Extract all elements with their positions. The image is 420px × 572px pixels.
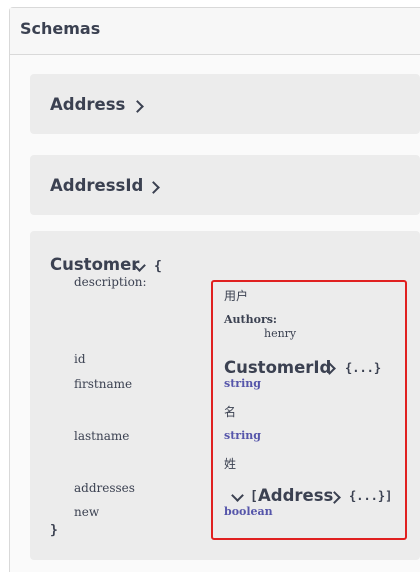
lastname-type: string (224, 429, 261, 442)
firstname-type: string (224, 377, 261, 390)
chevron-right-icon[interactable] (131, 100, 144, 113)
prop-addresses: addresses (74, 481, 135, 495)
firstname-desc: 名 (224, 405, 237, 419)
model-address[interactable]: Address (30, 74, 420, 134)
customer-id-ref-name[interactable]: CustomerId (224, 358, 331, 377)
description-text: 用户 (224, 289, 249, 303)
customer-open-brace: { (154, 259, 162, 274)
authors-value: henry (264, 327, 297, 340)
chevron-right-icon[interactable] (147, 181, 160, 194)
model-address-id[interactable]: AddressId (30, 155, 420, 215)
schemas-header[interactable]: Schemas (10, 8, 420, 55)
addresses-open-bracket: [ (250, 489, 258, 504)
prop-id: id (74, 352, 86, 366)
prop-lastname: lastname (74, 429, 130, 443)
model-customer-name[interactable]: Customer (50, 255, 139, 274)
prop-description: description: (74, 275, 147, 289)
prop-firstname: firstname (74, 377, 133, 391)
addresses-ref-name[interactable]: Address (258, 486, 333, 505)
new-type: boolean (224, 505, 273, 518)
customer-close-brace: } (50, 523, 58, 538)
addresses-collapsed[interactable]: {...}] (349, 489, 392, 503)
customer-id-collapsed[interactable]: {...} (345, 361, 381, 375)
model-address-name[interactable]: Address (50, 95, 125, 114)
authors-label: Authors: (224, 313, 277, 326)
prop-new: new (74, 505, 100, 519)
schemas-title: Schemas (20, 19, 101, 38)
model-address-id-name[interactable]: AddressId (50, 176, 143, 195)
lastname-desc: 姓 (224, 457, 237, 471)
